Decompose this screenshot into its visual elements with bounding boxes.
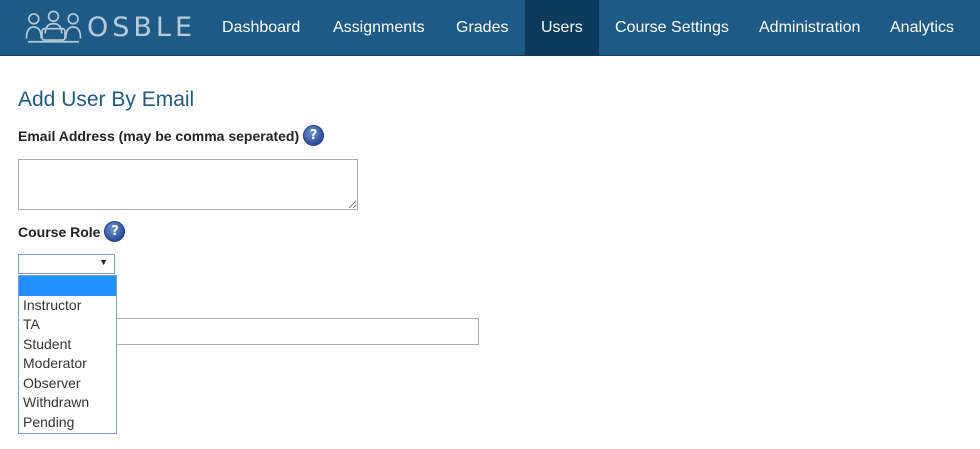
role-option-instructor[interactable]: Instructor: [19, 296, 116, 316]
osble-logo[interactable]: OSBLE: [24, 5, 196, 49]
nav-item-dashboard[interactable]: Dashboard: [206, 0, 316, 55]
nav-item-users[interactable]: Users: [525, 0, 599, 55]
role-option-ta[interactable]: TA: [19, 315, 116, 335]
help-icon[interactable]: ?: [104, 221, 126, 242]
chevron-down-icon: ▼: [99, 257, 108, 267]
nav-item-analytics[interactable]: Analytics: [874, 0, 970, 55]
role-option-pending[interactable]: Pending: [19, 413, 116, 433]
nav-item-administration[interactable]: Administration: [743, 0, 876, 55]
top-navbar: OSBLE Dashboard Assignments Grades Users…: [0, 0, 980, 56]
help-icon[interactable]: ?: [303, 125, 325, 146]
role-option-blank[interactable]: [19, 276, 116, 296]
email-label-row: Email Address (may be comma seperated) ?: [18, 125, 325, 146]
brand-name: OSBLE: [86, 11, 196, 43]
role-label-row: Course Role ?: [18, 221, 126, 242]
email-label: Email Address (may be comma seperated): [18, 127, 300, 144]
nav-item-assignments[interactable]: Assignments: [317, 0, 441, 55]
role-option-student[interactable]: Student: [19, 335, 116, 355]
course-role-label: Course Role: [18, 223, 101, 240]
role-option-observer[interactable]: Observer: [19, 374, 116, 394]
email-field[interactable]: [18, 159, 358, 210]
role-option-moderator[interactable]: Moderator: [19, 354, 116, 374]
osble-logo-icon: [25, 10, 82, 43]
role-option-withdrawn[interactable]: Withdrawn: [19, 393, 116, 413]
course-role-select[interactable]: ▼: [18, 254, 115, 274]
nav-item-grades[interactable]: Grades: [440, 0, 524, 55]
page-title: Add User By Email: [18, 88, 195, 111]
nav-item-course-settings[interactable]: Course Settings: [599, 0, 745, 55]
course-role-dropdown[interactable]: Instructor TA Student Moderator Observer…: [18, 275, 117, 434]
partially-hidden-input[interactable]: [116, 318, 479, 345]
